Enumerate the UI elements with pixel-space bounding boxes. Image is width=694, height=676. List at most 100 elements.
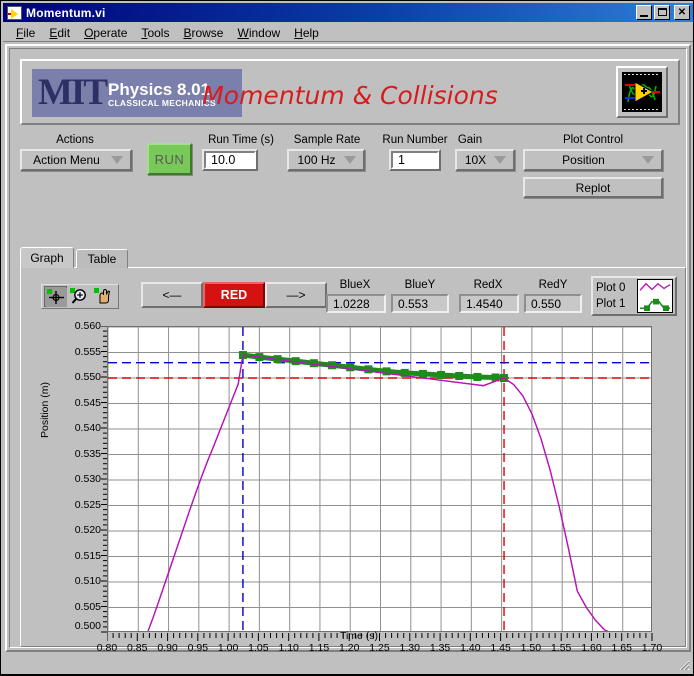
actions-dropdown[interactable]: Action Menu bbox=[20, 149, 132, 171]
redx-label: RedX bbox=[473, 279, 503, 291]
legend-names: Plot 0 Plot 1 bbox=[593, 278, 637, 314]
y-tick-label: 0.510 bbox=[74, 575, 101, 587]
tab-strip: Graph Table bbox=[20, 247, 686, 268]
cursor-next-button[interactable]: —> bbox=[265, 282, 327, 308]
run-time-input[interactable]: 10.0 bbox=[204, 151, 256, 169]
gain-label: Gain bbox=[457, 134, 483, 146]
graph-palette bbox=[41, 284, 119, 309]
active-cursor-button[interactable]: RED bbox=[203, 282, 265, 308]
y-tick-label: 0.535 bbox=[74, 447, 101, 460]
sample-rate-value: 100 Hz bbox=[297, 153, 336, 167]
bluex-value: 1.0228 bbox=[333, 296, 370, 311]
bluey-readout: 0.553 bbox=[391, 294, 449, 313]
menu-help[interactable]: Help bbox=[287, 25, 326, 41]
x-tick-label: 1.70 bbox=[641, 642, 663, 654]
front-panel: MIT Physics 8.01 CLASSICAL MECHANICS Mom… bbox=[5, 44, 691, 654]
y-tick-label: 0.555 bbox=[74, 345, 101, 358]
run-button-label: RUN bbox=[154, 151, 185, 167]
page-title: Momentum & Collisions bbox=[202, 81, 498, 110]
pan-hand-tool-icon[interactable] bbox=[92, 286, 115, 307]
redx-readout: 1.4540 bbox=[459, 294, 519, 313]
position-time-graph: Position (m) 0.560 0.555 0.550 0.545 0.5… bbox=[39, 320, 677, 654]
replot-button[interactable]: Replot bbox=[523, 177, 663, 198]
y-tick-label: 0.550 bbox=[74, 371, 101, 383]
plot-control-label: Plot Control bbox=[562, 134, 624, 146]
front-panel-inner: MIT Physics 8.01 CLASSICAL MECHANICS Mom… bbox=[9, 48, 687, 654]
run-time-label: Run Time (s) bbox=[208, 134, 274, 146]
close-button[interactable]: ✕ bbox=[674, 5, 690, 20]
sample-rate-label: Sample Rate bbox=[293, 134, 361, 146]
redy-label: RedY bbox=[538, 279, 568, 291]
series-0-line-overlay bbox=[147, 354, 609, 631]
y-tick-label: 0.515 bbox=[74, 549, 101, 562]
sample-rate-dropdown[interactable]: 100 Hz bbox=[287, 149, 365, 171]
y-tick-label: 0.505 bbox=[74, 600, 101, 613]
plot-canvas bbox=[108, 327, 651, 631]
series-1-line bbox=[242, 352, 505, 381]
menu-tools[interactable]: Tools bbox=[134, 25, 176, 41]
labview-vi-icon bbox=[7, 5, 22, 20]
run-number-value: 1 bbox=[398, 153, 405, 167]
graph-tab-panel: <— RED —> BlueX 1.0228 BlueY 0.553 RedX … bbox=[20, 267, 686, 654]
menu-browse[interactable]: Browse bbox=[176, 25, 230, 41]
minimize-button[interactable] bbox=[636, 5, 652, 20]
tab-graph[interactable]: Graph bbox=[20, 247, 74, 268]
plot-control-dropdown[interactable]: Position bbox=[523, 149, 663, 171]
legend-plot0-label: Plot 0 bbox=[596, 282, 626, 294]
gain-value: 10X bbox=[464, 153, 487, 167]
zoom-tool-icon[interactable] bbox=[68, 286, 91, 307]
maximize-icon bbox=[658, 8, 667, 16]
cursor-prev-button[interactable]: <— bbox=[141, 282, 203, 308]
tab-graph-label: Graph bbox=[30, 251, 64, 265]
plot-area[interactable] bbox=[107, 326, 652, 632]
y-axis-label: Position (m) bbox=[39, 381, 51, 438]
window-button-group: ✕ bbox=[636, 5, 691, 20]
plot-control-value: Position bbox=[562, 153, 605, 167]
menu-bar: File Edit Operate Tools Browse Window He… bbox=[3, 24, 693, 42]
bluex-label: BlueX bbox=[339, 279, 371, 291]
crosshair-cursor-tool-icon[interactable] bbox=[44, 286, 67, 307]
menu-edit[interactable]: Edit bbox=[42, 25, 77, 41]
replot-button-label: Replot bbox=[575, 180, 611, 195]
chevron-down-icon bbox=[642, 156, 654, 164]
y-tick-label: 0.545 bbox=[74, 396, 101, 409]
run-time-value: 10.0 bbox=[211, 153, 236, 167]
y-tick-label: 0.525 bbox=[74, 498, 101, 511]
redx-value: 1.4540 bbox=[466, 296, 503, 311]
menu-window[interactable]: Window bbox=[230, 25, 287, 41]
menu-file[interactable]: File bbox=[9, 25, 42, 41]
gain-dropdown[interactable]: 10X bbox=[455, 149, 515, 171]
plot-legend[interactable]: Plot 0 Plot 1 bbox=[591, 276, 677, 316]
y-tick-label: 0.520 bbox=[74, 524, 101, 536]
legend-plot1-label: Plot 1 bbox=[596, 298, 626, 310]
tab-table[interactable]: Table bbox=[76, 249, 128, 268]
active-cursor-label: RED bbox=[220, 288, 248, 302]
window-title: Momentum.vi bbox=[26, 5, 106, 20]
run-button[interactable]: RUN bbox=[147, 143, 192, 175]
series-0-line bbox=[147, 354, 609, 631]
labview-logo-svg bbox=[622, 72, 662, 112]
menu-operate[interactable]: Operate bbox=[77, 25, 134, 41]
x-axis-label: Time (s) bbox=[339, 630, 379, 642]
y-tick-label: 0.540 bbox=[74, 422, 101, 434]
maximize-button[interactable] bbox=[654, 5, 670, 20]
labview-logo-icon bbox=[616, 66, 668, 118]
actions-dropdown-value: Action Menu bbox=[33, 153, 100, 167]
chevron-down-icon bbox=[111, 156, 123, 164]
bluey-label: BlueY bbox=[404, 279, 436, 291]
run-number-label: Run Number bbox=[382, 134, 448, 146]
chevron-down-icon bbox=[344, 156, 356, 164]
legend-swatches bbox=[637, 279, 673, 313]
title-bar: Momentum.vi ✕ bbox=[3, 3, 693, 22]
application-window: Momentum.vi ✕ File Edit Operate Tools Br… bbox=[0, 0, 694, 675]
redy-value: 0.550 bbox=[531, 296, 562, 311]
bluey-value: 0.553 bbox=[398, 296, 429, 311]
cursor-prev-label: <— bbox=[162, 288, 182, 302]
run-number-input[interactable]: 1 bbox=[391, 151, 439, 169]
tab-table-label: Table bbox=[87, 252, 117, 266]
redy-readout: 0.550 bbox=[524, 294, 582, 313]
resize-grip[interactable] bbox=[676, 657, 690, 671]
bluex-readout: 1.0228 bbox=[326, 294, 386, 313]
chevron-down-icon bbox=[494, 156, 506, 164]
actions-label: Actions bbox=[56, 134, 94, 146]
